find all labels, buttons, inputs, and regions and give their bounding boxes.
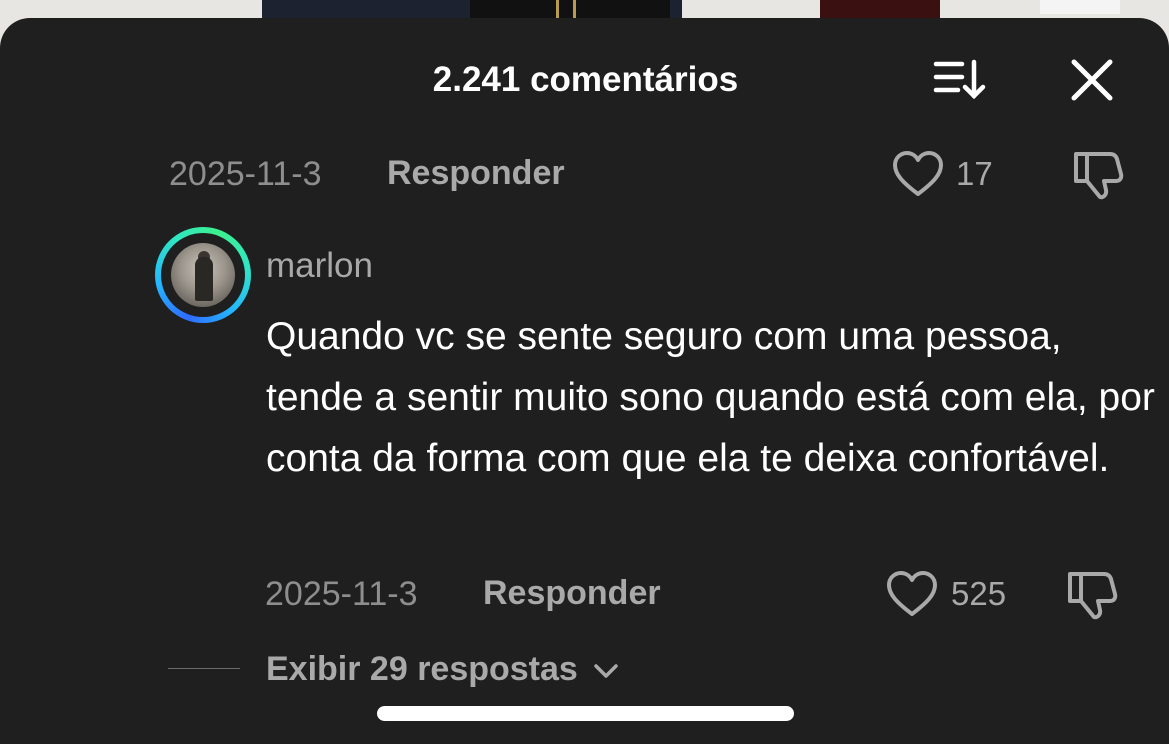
comment-text: Quando vc se sente seguro com uma pessoa… xyxy=(266,315,1155,480)
sort-button[interactable] xyxy=(932,58,990,102)
avatar[interactable] xyxy=(155,227,251,323)
avatar-photo xyxy=(171,243,235,307)
thumbs-down-icon xyxy=(1068,572,1118,620)
comment-dislike-button[interactable] xyxy=(1066,570,1118,625)
previous-comment-like-count: 17 xyxy=(956,155,993,192)
video-background-white xyxy=(1040,0,1120,14)
chevron-down-icon xyxy=(594,664,619,678)
comment-date: 2025-11-3 xyxy=(265,575,418,613)
comments-count-title: 2.241 comentários xyxy=(432,60,739,99)
comment-like-button[interactable] xyxy=(886,570,938,623)
comment-like-count: 525 xyxy=(951,575,1007,612)
comment-reply-button[interactable]: Responder xyxy=(483,573,661,613)
video-background-chain xyxy=(556,0,576,20)
previous-comment-dislike-button[interactable] xyxy=(1072,150,1124,205)
heart-icon xyxy=(893,151,943,196)
close-icon xyxy=(1071,59,1113,101)
avatar-inner xyxy=(161,233,245,317)
thumbs-down-icon xyxy=(1074,152,1124,200)
replies-divider xyxy=(168,668,240,669)
view-replies-button[interactable]: Exibir 29 respostas xyxy=(266,648,619,690)
view-replies-label: Exibir 29 respostas xyxy=(266,650,578,688)
previous-comment-date: 2025-11-3 xyxy=(169,155,322,193)
avatar-person xyxy=(195,257,213,301)
home-indicator[interactable] xyxy=(377,706,794,721)
close-button[interactable] xyxy=(1068,56,1116,104)
heart-icon xyxy=(887,571,937,616)
previous-comment-reply-button[interactable]: Responder xyxy=(387,153,565,193)
comment-username[interactable]: marlon xyxy=(266,244,373,288)
previous-comment-like-button[interactable] xyxy=(892,150,944,203)
sort-icon xyxy=(933,59,986,100)
